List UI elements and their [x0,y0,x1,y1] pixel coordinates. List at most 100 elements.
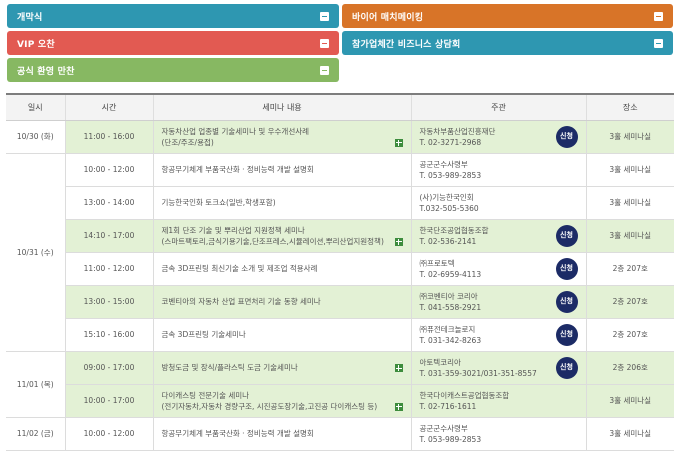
table-row: 15:10 - 16:00 금속 3D프린팅 기술세미나 ㈜퓨전테크놀로지 T.… [6,318,674,352]
collapse-icon[interactable] [320,11,329,21]
host-cell: 아토텍코리아 T. 031-359-3021/031-351-8557 신청 [410,351,586,385]
time-cell: 10:00 - 12:00 [64,153,153,187]
accordion-buyer-matchmaking[interactable]: 바이어 매치메이킹 [342,4,673,28]
host-tel: T. 02-3271-2968 [419,137,482,147]
host-name: 아토텍코리아 [419,357,461,367]
seminar-cell: 항공무기체계 부품국산화 · 정비능력 개발 설명회 [152,153,411,187]
seminar-cell: 방청도금 및 장식/플라스틱 도금 기술세미나 [152,351,411,385]
time-cell: 15:10 - 16:00 [64,318,153,352]
room-cell: 3홀 세미나실 [585,417,674,451]
seminar-title: 금속 3D프린팅 기술세미나 [161,330,246,339]
accordion-label: 개막식 [17,12,43,23]
host-tel: T. 02-716-1611 [419,401,477,411]
collapse-icon[interactable] [654,11,663,21]
host-cell: 자동차부품산업진흥재단 T. 02-3271-2968 신청 [410,120,586,154]
apply-button[interactable]: 신청 [555,224,578,247]
host-name: 자동차부품산업진흥재단 [419,126,496,136]
time-cell: 11:00 - 12:00 [64,252,153,286]
expand-plus-icon[interactable] [394,138,403,147]
seminar-cell: 제1회 단조 기술 및 뿌리산업 지원정책 세미나 (스마트팩토리,금식기용기술… [152,219,411,253]
host-name: ㈜코벤티아 코리아 [419,291,478,301]
collapse-icon[interactable] [320,38,329,48]
host-tel: T. 02-536-2141 [419,236,477,246]
table-row: 10/30 (화) 11:00 - 16:00 자동차산업 업종별 기술세미나 … [6,120,674,154]
host-name: ㈜프로토텍 [419,258,455,268]
seminar-cell: 금속 3D프린팅 기술세미나 [152,318,411,352]
seminar-title: 항공무기체계 부품국산화 · 정비능력 개발 설명회 [161,429,314,438]
accordion-welcome-dinner[interactable]: 공식 환영 만찬 [7,58,339,82]
host-name: ㈜퓨전테크놀로지 [419,324,476,334]
header-time: 시간 [64,93,153,121]
header-seminar: 세미나 내용 [152,93,411,121]
collapse-icon[interactable] [320,65,329,75]
expand-plus-icon[interactable] [394,237,403,246]
room-cell: 3홀 세미나실 [585,186,674,220]
accordion-label: 공식 환영 만찬 [17,66,75,77]
seminar-title: 자동차산업 업종별 기술세미나 및 우수개선사례 [161,126,310,136]
host-cell: 공군군수사령부 T. 053-989-2853 [410,153,586,187]
host-cell: ㈜퓨전테크놀로지 T. 031-342-8263 신청 [410,318,586,352]
apply-button[interactable]: 신청 [555,125,578,148]
apply-button[interactable]: 신청 [555,257,578,280]
expand-plus-icon[interactable] [394,402,403,411]
host-tel: T. 053-989-2853 [419,434,482,444]
day-cell: 10/30 (화) [6,120,65,154]
time-cell: 11:00 - 16:00 [64,120,153,154]
room-cell: 3홀 세미나실 [585,120,674,154]
header-room: 장소 [585,93,674,121]
time-cell: 14:10 - 17:00 [64,219,153,253]
seminar-cell: 항공무기체계 부품국산화 · 정비능력 개발 설명회 [152,417,411,451]
collapse-icon[interactable] [654,38,663,48]
seminar-subtitle: (전기자동차,자동차 경량구조, 시진공도장기술,고진공 다이캐스팅 등) [161,401,378,411]
host-name: (사)기능한국인회 [419,192,474,202]
header-date: 일시 [6,93,65,121]
host-name: 한국단조공업협동조합 [419,225,489,235]
room-cell: 2층 206호 [585,351,674,385]
apply-button[interactable]: 신청 [555,323,578,346]
seminar-cell: 다이캐스팅 전문기술 세미나 (전기자동차,자동차 경량구조, 시진공도장기술,… [152,384,411,418]
accordion-label: 바이어 매치메이킹 [352,12,424,23]
host-tel: T.032-505-5360 [419,203,479,213]
table-header-row: 일시 시간 세미나 내용 주관 장소 [6,93,674,121]
host-cell: 공군군수사령부 T. 053-989-2853 [410,417,586,451]
table-row: 11/01 (목) 09:00 - 17:00 방청도금 및 장식/플라스틱 도… [6,351,674,418]
seminar-title: 방청도금 및 장식/플라스틱 도금 기술세미나 [161,363,298,372]
accordion-label: 참가업체간 비즈니스 상담회 [352,39,461,50]
expand-plus-icon[interactable] [394,364,403,372]
time-cell: 10:00 - 17:00 [64,384,153,418]
apply-button[interactable]: 신청 [555,290,578,313]
accordion-opening-ceremony[interactable]: 개막식 [7,4,339,28]
table-row: 14:10 - 17:00 제1회 단조 기술 및 뿌리산업 지원정책 세미나 … [6,219,674,253]
table-row: 11/02 (금) 10:00 - 12:00 항공무기체계 부품국산화 · 정… [6,417,674,451]
host-name: 공군군수사령부 [419,159,468,169]
host-tel: T. 031-359-3021/031-351-8557 [419,368,537,378]
table-row: 10/31 (수) 10:00 - 12:00 항공무기체계 부품국산화 · 정… [6,153,674,352]
host-tel: T. 053-989-2853 [419,170,482,180]
day-cell: 10/31 (수) [6,153,65,352]
day-cell: 11/02 (금) [6,417,65,451]
seminar-cell: 금속 3D프린팅 최신기술 소개 및 제조업 적용사례 [152,252,411,286]
accordion-business-meeting[interactable]: 참가업체간 비즈니스 상담회 [342,31,673,55]
seminar-cell: 자동차산업 업종별 기술세미나 및 우수개선사례 (단조/주조/용접) [152,120,411,154]
room-cell: 2층 207호 [585,318,674,352]
host-tel: T. 031-342-8263 [419,335,482,345]
seminar-cell: 코벤티아의 자동차 산업 표면처리 기술 동향 세미나 [152,285,411,319]
host-tel: T. 041-558-2921 [419,302,482,312]
host-tel: T. 02-6959-4113 [419,269,482,279]
seminar-title: 코벤티아의 자동차 산업 표면처리 기술 동향 세미나 [161,297,321,306]
host-cell: ㈜프로토텍 T. 02-6959-4113 신청 [410,252,586,286]
host-name: 공군군수사령부 [419,423,468,433]
seminar-title: 금속 3D프린팅 최신기술 소개 및 제조업 적용사례 [161,264,318,273]
host-cell: (사)기능한국인회 T.032-505-5360 [410,186,586,220]
host-cell: ㈜코벤티아 코리아 T. 041-558-2921 신청 [410,285,586,319]
room-cell: 2층 207호 [585,285,674,319]
seminar-schedule-table: 일시 시간 세미나 내용 주관 장소 10/30 (화) 11:00 - 16:… [6,93,674,451]
host-name: 한국다이캐스트공업협동조합 [419,390,510,400]
table-row: 13:00 - 14:00 기능한국인화 토크쇼(일반,학생포함) (사)기능한… [6,186,674,220]
host-cell: 한국다이캐스트공업협동조합 T. 02-716-1611 [410,384,586,418]
seminar-subtitle: (단조/주조/용접) [161,137,214,147]
accordion-vip-luncheon[interactable]: VIP 오찬 [7,31,339,55]
seminar-title: 항공무기체계 부품국산화 · 정비능력 개발 설명회 [161,165,314,174]
host-cell: 한국단조공업협동조합 T. 02-536-2141 신청 [410,219,586,253]
apply-button[interactable]: 신청 [555,356,578,379]
